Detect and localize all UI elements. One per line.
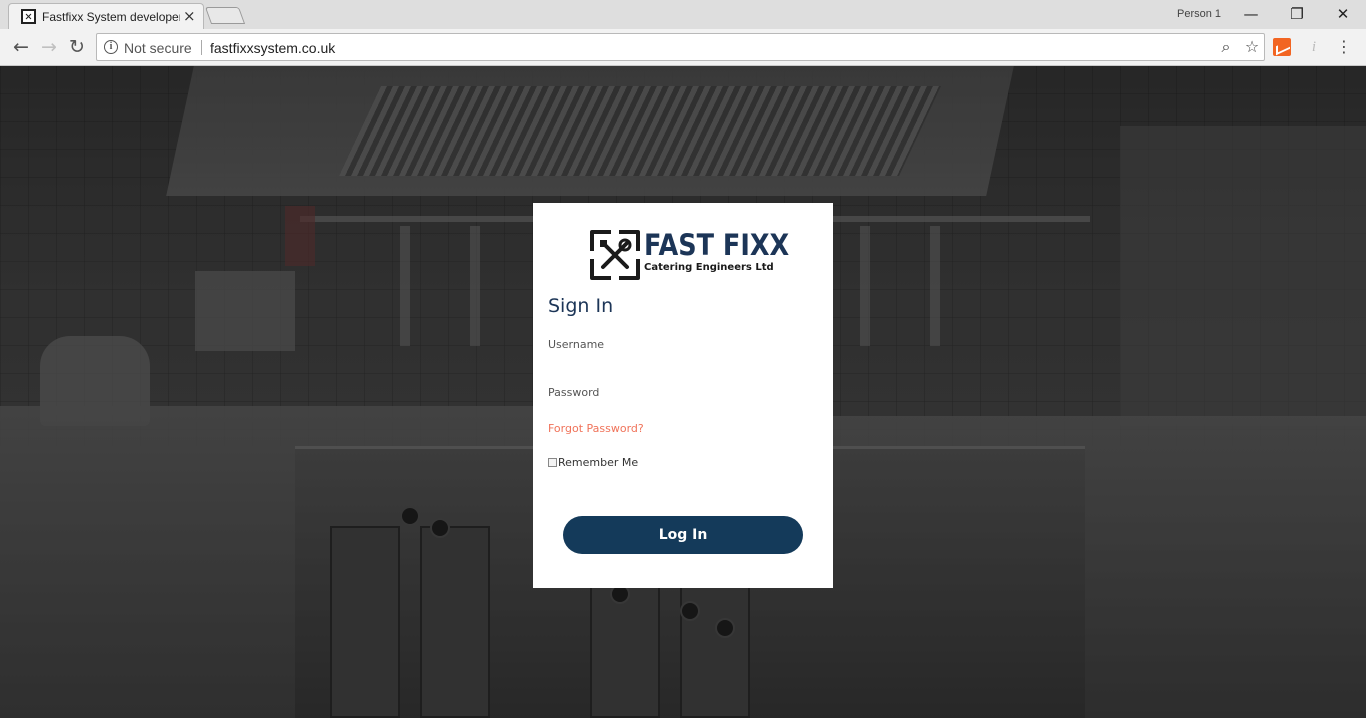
security-status[interactable]: Not secure: [124, 40, 192, 56]
browser-tab[interactable]: Fastfixx System developer ×: [8, 3, 204, 29]
tab-close-icon[interactable]: ×: [183, 7, 196, 25]
address-divider: [201, 40, 202, 55]
tab-title: Fastfixx System developer: [42, 10, 180, 24]
new-tab-button[interactable]: [204, 7, 246, 24]
remember-me-row[interactable]: Remember Me: [548, 456, 638, 469]
window-close-icon[interactable]: ✕: [1332, 4, 1354, 24]
zoom-icon[interactable]: ⌕: [1216, 37, 1236, 57]
username-field[interactable]: [548, 355, 818, 375]
restore-icon[interactable]: ❐: [1286, 4, 1308, 24]
wrench-screwdriver-icon: [590, 230, 640, 280]
reload-icon[interactable]: ↻: [65, 35, 89, 59]
forgot-password-link[interactable]: Forgot Password?: [548, 422, 644, 435]
company-logo: FAST FIXX Catering Engineers Ltd: [590, 229, 789, 281]
info-extension-icon[interactable]: i: [1305, 38, 1323, 56]
remember-me-label: Remember Me: [558, 456, 639, 469]
remember-me-checkbox[interactable]: [548, 458, 557, 467]
browser-toolbar: ← → ↻ i Not secure fastfixxsystem.co.uk …: [0, 29, 1366, 66]
site-info-icon[interactable]: i: [104, 40, 118, 54]
username-label: Username: [548, 338, 605, 351]
password-label: Password: [548, 386, 600, 399]
logo-subtitle: Catering Engineers Ltd: [644, 262, 774, 273]
profile-button[interactable]: Person 1: [1177, 8, 1221, 20]
minimize-icon[interactable]: —: [1240, 4, 1262, 24]
browser-menu-icon[interactable]: ⋮: [1336, 38, 1352, 56]
logo-title: FAST FIXX: [644, 228, 790, 262]
browser-titlebar: Fastfixx System developer × Person 1 — ❐…: [0, 0, 1366, 29]
password-field[interactable]: [548, 403, 818, 423]
address-bar[interactable]: i Not secure fastfixxsystem.co.uk ⌕ ☆: [96, 33, 1265, 61]
login-card: FAST FIXX Catering Engineers Ltd Sign In…: [533, 203, 833, 588]
site-favicon-icon: [21, 9, 36, 24]
back-icon[interactable]: ←: [9, 35, 33, 59]
bookmark-star-icon[interactable]: ☆: [1242, 37, 1262, 57]
url-text[interactable]: fastfixxsystem.co.uk: [210, 40, 335, 56]
forward-icon[interactable]: →: [37, 35, 61, 59]
page-title: Sign In: [548, 295, 614, 317]
analytics-extension-icon[interactable]: [1273, 38, 1291, 56]
log-in-button[interactable]: Log In: [563, 516, 803, 554]
